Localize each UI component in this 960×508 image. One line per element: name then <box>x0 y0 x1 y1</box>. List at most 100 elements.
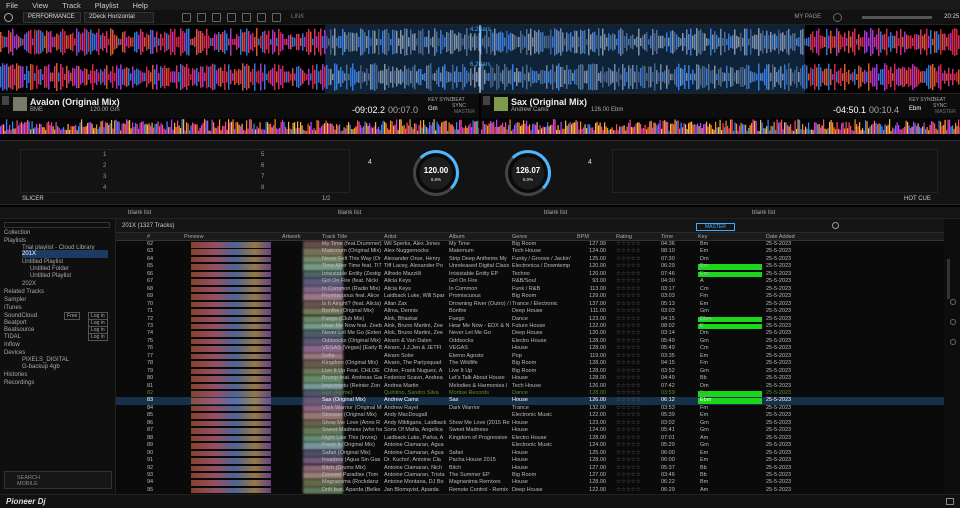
cell-rating[interactable]: ☆☆☆☆☆ <box>616 383 658 390</box>
table-row[interactable]: 78 Kingdom (Original Mix) Alvaro, The Part… <box>116 360 944 368</box>
col-time[interactable]: Time <box>661 233 673 241</box>
table-row[interactable]: 92 Bitch (Drums Mix) Antoine Clamaran, Nic… <box>116 464 944 472</box>
enlarged-waveform-area[interactable]: 4.2Bars 6.2Bars <box>0 25 960 93</box>
table-row[interactable]: 71 Bonfire (Original Mix) Allma, Dennis Bon… <box>116 308 944 316</box>
row-preview-waveform[interactable] <box>191 450 271 457</box>
sidebar-item-202x[interactable]: 202X <box>22 280 36 288</box>
link-label[interactable]: LINK <box>291 14 304 20</box>
table-row[interactable]: 84 Dark Warrior (Original Mi Andrew Rayel D… <box>116 404 944 413</box>
master-volume-slider[interactable] <box>862 15 933 19</box>
row-preview-waveform[interactable] <box>191 391 271 397</box>
col-artwork[interactable]: Artwork <box>282 233 301 241</box>
cell-rating[interactable]: ☆☆☆☆☆ <box>616 435 658 442</box>
col-key[interactable]: Key <box>698 233 707 241</box>
cell-rating[interactable]: ☆☆☆☆☆ <box>616 263 658 270</box>
col-artist[interactable]: Artist <box>384 233 397 241</box>
table-row[interactable]: 95 Drift feat. Aparda (Belke Jan Blomqvist… <box>116 486 944 494</box>
table-row[interactable]: 66 Irrisistable Entity (Zestig ReAlfredo … <box>116 270 944 279</box>
table-row[interactable]: 63 Maternum (Original Mix) Alex Nuggernock… <box>116 248 944 256</box>
table-row[interactable]: 70 Is It Alright? (feat. Alicia) Allan Zax… <box>116 300 944 309</box>
pad-5[interactable]: 5 <box>261 152 264 158</box>
menu-file[interactable]: File <box>6 1 18 10</box>
deck2-overview-waveform[interactable] <box>481 118 960 134</box>
window-icon[interactable] <box>946 498 954 505</box>
row-preview-waveform[interactable] <box>191 413 271 419</box>
row-preview-waveform[interactable] <box>191 472 271 479</box>
table-row[interactable]: 80 Brump feat. Andreas Gar Federico Scavo,… <box>116 375 944 383</box>
table-row[interactable]: 81 Impromptu (Reinier Zon Andrea Martin Mel… <box>116 382 944 390</box>
deck1-beat-sync[interactable]: BEAT SYNC <box>452 97 479 109</box>
row-preview-waveform[interactable] <box>191 368 271 375</box>
search-mobile-button[interactable]: SEARCH MOBILE <box>4 471 112 489</box>
cell-rating[interactable]: ☆☆☆☆☆ <box>616 323 658 330</box>
deck2-master-button[interactable]: MASTER <box>935 109 956 115</box>
table-row[interactable]: 86 Show Me Love (Anno R Andy Mildigans, La… <box>116 419 944 428</box>
row-preview-waveform[interactable] <box>191 271 271 278</box>
menu-view[interactable]: View <box>32 1 48 10</box>
row-preview-waveform[interactable] <box>191 323 271 330</box>
list-icon[interactable] <box>227 12 236 22</box>
loop-length-left[interactable]: 4 <box>368 159 372 166</box>
sidebar-item-inflow[interactable]: Inflow <box>4 341 20 349</box>
col-num[interactable]: # <box>147 233 150 241</box>
row-preview-waveform[interactable] <box>191 309 271 315</box>
sidebar-item-itunes[interactable]: iTunes <box>4 304 22 312</box>
cell-rating[interactable]: ☆☆☆☆☆ <box>616 465 658 472</box>
table-row[interactable]: 87 Sweet Madness (who ha Sons Of Mafia, An… <box>116 427 944 435</box>
gear-icon[interactable] <box>833 12 843 22</box>
cell-rating[interactable]: ☆☆☆☆☆ <box>616 397 658 404</box>
cell-rating[interactable]: ☆☆☆☆☆ <box>616 457 658 464</box>
table-row[interactable]: 72 Fuego (Club Mix) Alok, Bhaskar Fuego Danc… <box>116 315 944 323</box>
cell-rating[interactable]: ☆☆☆☆☆ <box>616 420 658 427</box>
col-rating[interactable]: Rating <box>616 233 632 241</box>
beat-jump-value[interactable]: 1/2 <box>322 196 330 202</box>
table-row[interactable]: 89 Fresh It (Original Mix) Antoine Clamara… <box>116 442 944 450</box>
sidebar-item-related-tracks[interactable]: Related Tracks <box>4 288 44 296</box>
cell-rating[interactable]: ☆☆☆☆☆ <box>616 412 658 419</box>
deck1-key-sync[interactable]: KEY SYNC <box>428 97 453 103</box>
sidebar-item-tidal[interactable]: TIDAL <box>4 333 21 341</box>
cell-rating[interactable]: ☆☆☆☆☆ <box>616 368 658 375</box>
cell-rating[interactable]: ☆☆☆☆☆ <box>616 353 658 360</box>
col-bpm[interactable]: BPM <box>577 233 589 241</box>
master-badge[interactable]: MASTER <box>696 223 735 231</box>
table-row[interactable]: 67 Girl On Fire (feat. Nicki Alicia Keys Gi… <box>116 278 944 286</box>
history-icon[interactable] <box>950 339 956 345</box>
table-row[interactable]: 79 Live It Up Feat. CHLOE Chloe, Frank Nug… <box>116 367 944 376</box>
col-date-added[interactable]: Date Added <box>766 233 795 241</box>
mixer-icon[interactable] <box>257 12 266 22</box>
row-preview-waveform[interactable] <box>191 487 271 494</box>
table-row[interactable]: 76 VEGAS (Vegas) [Early Bir Alvaro, J.J.Je… <box>116 345 944 353</box>
pad-2[interactable]: 2 <box>103 163 106 169</box>
table-row[interactable]: 93 Concert Paradise (Tom Antoine Clamaran,… <box>116 471 944 480</box>
hot-cue-label[interactable]: HOT CUE <box>904 196 931 202</box>
cell-rating[interactable]: ☆☆☆☆☆ <box>616 442 658 449</box>
pin-icon[interactable] <box>950 299 956 305</box>
table-row[interactable]: 73 Hear Me Now feat. Zeeb Alok, Bruno Mart… <box>116 322 944 331</box>
layout-select[interactable]: 2Deck Horizontal <box>84 11 154 23</box>
table-row[interactable]: 62 My Time (feat.Drummer) Wil Sperks, Alex… <box>116 241 944 249</box>
row-preview-waveform[interactable] <box>191 435 271 442</box>
table-row[interactable]: 77 Sofia Alvaro Soler Eterno Agosto Pop 119.0… <box>116 352 944 361</box>
row-preview-waveform[interactable] <box>191 405 271 412</box>
table-row[interactable]: 90 Safari (Original Mix) Antoine Clamaran,… <box>116 449 944 458</box>
row-preview-waveform[interactable] <box>191 428 271 434</box>
cell-rating[interactable]: ☆☆☆☆☆ <box>616 278 658 285</box>
slicer-label[interactable]: SLICER <box>22 196 44 202</box>
menu-playlist[interactable]: Playlist <box>95 1 119 10</box>
table-row[interactable]: 65 Time After Time feat. TiT Tiff Lacey, A… <box>116 263 944 271</box>
cell-rating[interactable]: ☆☆☆☆☆ <box>616 241 658 248</box>
table-row[interactable]: 88 Night Like This (Invoq) Laidback Luke, … <box>116 434 944 443</box>
row-preview-waveform[interactable] <box>191 361 271 367</box>
tidal-login-button[interactable]: Log in <box>88 333 108 341</box>
cell-rating[interactable]: ☆☆☆☆☆ <box>616 427 658 434</box>
cell-rating[interactable]: ☆☆☆☆☆ <box>616 301 658 308</box>
cell-rating[interactable]: ☆☆☆☆☆ <box>616 345 658 352</box>
sidebar-item-untitled-playlist-2[interactable]: Untitled Playlist <box>30 272 71 280</box>
row-preview-waveform[interactable] <box>191 443 271 449</box>
col-genre[interactable]: Genre <box>512 233 527 241</box>
cell-rating[interactable]: ☆☆☆☆☆ <box>616 256 658 263</box>
row-preview-waveform[interactable] <box>191 242 271 248</box>
row-preview-waveform[interactable] <box>191 301 271 308</box>
cell-rating[interactable]: ☆☆☆☆☆ <box>616 293 658 300</box>
